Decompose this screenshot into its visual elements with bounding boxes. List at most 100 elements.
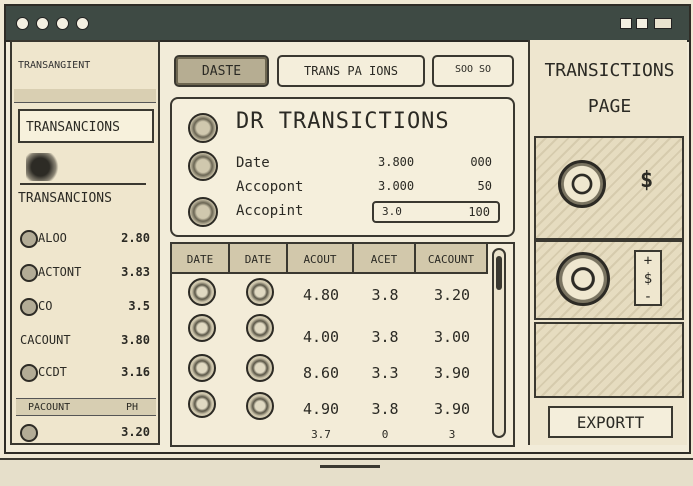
stepper[interactable]: + $ - xyxy=(634,250,662,306)
table-scrollbar[interactable] xyxy=(492,248,506,438)
coin-icon xyxy=(188,113,218,143)
sidebar-item[interactable]: ACTONT 3.83 xyxy=(18,262,156,284)
summary-box[interactable]: $ xyxy=(534,136,684,240)
window-dot-icon[interactable] xyxy=(76,17,89,30)
sidebar-divider xyxy=(14,89,156,103)
close-icon[interactable] xyxy=(654,18,672,29)
sidebar-item-value: 3.80 xyxy=(121,333,150,347)
sidebar-item-label: CO xyxy=(38,299,53,313)
drag-handle[interactable] xyxy=(320,465,380,468)
coin-icon xyxy=(188,197,218,227)
sidebar-item-label: CCDT xyxy=(38,365,67,379)
transactions-table: DATE DATE ACOUT ACET CACOUNT 4.80 3.8 3.… xyxy=(170,242,515,447)
card-row-value: 000 xyxy=(470,155,492,169)
amount-field-value: 3.0 xyxy=(382,205,402,218)
card-row-label: Date xyxy=(236,155,270,171)
smudge-icon xyxy=(26,153,62,181)
sidebar-item-label: ALOO xyxy=(38,231,67,245)
coin-icon xyxy=(188,151,218,181)
tab-date[interactable]: DASTE xyxy=(174,55,269,87)
card-title: DR TRANSICTIONS xyxy=(236,109,450,134)
table-cell: 3.8 xyxy=(371,286,399,304)
coin-icon xyxy=(20,298,38,316)
maximize-icon[interactable] xyxy=(636,18,648,29)
table-cell: 3.3 xyxy=(371,364,399,382)
table-cell: 3.00 xyxy=(433,328,471,346)
card-row-value: 50 xyxy=(477,179,492,193)
table-cell: 3.7 xyxy=(311,428,331,441)
table-cell: 8.60 xyxy=(302,364,340,382)
table-cell: 3.90 xyxy=(433,364,471,382)
minimize-icon[interactable] xyxy=(620,18,632,29)
export-button[interactable]: EXPORTT xyxy=(548,406,673,438)
sidebar-item-label: ACTONT xyxy=(38,265,82,279)
column-header[interactable]: ACET xyxy=(354,244,416,274)
coin-icon xyxy=(246,278,274,306)
scrollbar-thumb[interactable] xyxy=(496,256,502,290)
coin-icon xyxy=(246,314,274,342)
window-dot-icon[interactable] xyxy=(56,17,69,30)
minus-icon[interactable]: - xyxy=(636,288,660,306)
coin-icon xyxy=(188,278,216,306)
dollar-icon: $ xyxy=(640,168,654,193)
title-bar xyxy=(6,6,689,42)
sidebar-heading[interactable]: TRANSANCIONS xyxy=(18,109,154,143)
table-cell: 0 xyxy=(381,428,389,441)
table-cell: 3.8 xyxy=(371,400,399,418)
tab-transactions[interactable]: TRANS PA IONS xyxy=(277,55,425,87)
amount-field-value: 100 xyxy=(468,205,490,219)
sidebar-item-value: 3.83 xyxy=(121,265,150,279)
sidebar-footer-label: PACOUNT xyxy=(28,402,71,413)
coin-icon xyxy=(188,390,216,418)
column-header[interactable]: CACOUNT xyxy=(416,244,488,274)
dollar-icon: $ xyxy=(643,271,653,287)
sidebar-item-value: 2.80 xyxy=(121,231,150,245)
sidebar-item-label: CACOUNT xyxy=(20,333,71,347)
coin-icon xyxy=(246,392,274,420)
sidebar-item[interactable]: CCDT 3.16 xyxy=(18,362,156,384)
coin-icon xyxy=(20,230,38,248)
table-cell: 3.8 xyxy=(371,328,399,346)
coin-icon xyxy=(188,314,216,342)
sidebar-item-value: 3.20 xyxy=(121,425,150,439)
transactions-card: DR TRANSICTIONS Date 3.800 000 Accopont … xyxy=(170,97,515,237)
sidebar-footer[interactable]: PACOUNT PH xyxy=(16,398,156,416)
panel-title: TRANSICTIONS xyxy=(544,60,675,81)
sidebar-title: TRANSANGIENT xyxy=(18,60,91,71)
column-header[interactable]: ACOUT xyxy=(288,244,354,274)
amount-field[interactable]: 3.0 100 xyxy=(372,201,500,223)
sidebar-item[interactable]: CO 3.5 xyxy=(18,296,156,318)
table-cell: 3.90 xyxy=(433,400,471,418)
window-dot-icon[interactable] xyxy=(36,17,49,30)
pattern-area xyxy=(534,322,684,398)
coin-icon xyxy=(20,424,38,442)
sidebar-item-value: 3.5 xyxy=(128,299,150,313)
card-row-value: 3.000 xyxy=(378,179,415,193)
chart-box[interactable]: + $ - xyxy=(534,240,684,320)
sidebar: TRANSANGIENT TRANSANCIONS TRANSANCIONS A… xyxy=(10,40,160,445)
pie-chart-icon xyxy=(556,252,610,306)
table-cell: 4.90 xyxy=(302,400,340,418)
table-cell: 3.20 xyxy=(433,286,471,304)
table-cell: 4.80 xyxy=(302,286,340,304)
table-cell: 4.00 xyxy=(302,328,340,346)
gauge-icon xyxy=(558,160,606,208)
column-header[interactable]: DATE xyxy=(230,244,288,274)
sidebar-item[interactable]: ALOO 2.80 xyxy=(18,228,156,250)
coin-icon xyxy=(246,354,274,382)
card-row-label: Accopint xyxy=(236,203,304,219)
bottom-bar xyxy=(0,458,693,486)
sidebar-item-banner[interactable] xyxy=(20,149,146,185)
column-header[interactable]: DATE xyxy=(172,244,230,274)
card-row: Date 3.800 000 xyxy=(232,153,502,177)
card-row: Accopont 3.000 50 xyxy=(232,177,502,201)
plus-icon[interactable]: + xyxy=(636,252,660,270)
coin-icon xyxy=(188,354,216,382)
coin-icon xyxy=(20,264,38,282)
window-dot-icon[interactable] xyxy=(16,17,29,30)
table-cell: 3 xyxy=(448,428,456,441)
tab-other[interactable]: SOO SO xyxy=(432,55,514,87)
sidebar-item[interactable]: CACOUNT 3.80 xyxy=(18,330,156,352)
panel-subtitle: PAGE xyxy=(587,96,632,117)
sidebar-item[interactable]: 3.20 xyxy=(18,422,156,444)
